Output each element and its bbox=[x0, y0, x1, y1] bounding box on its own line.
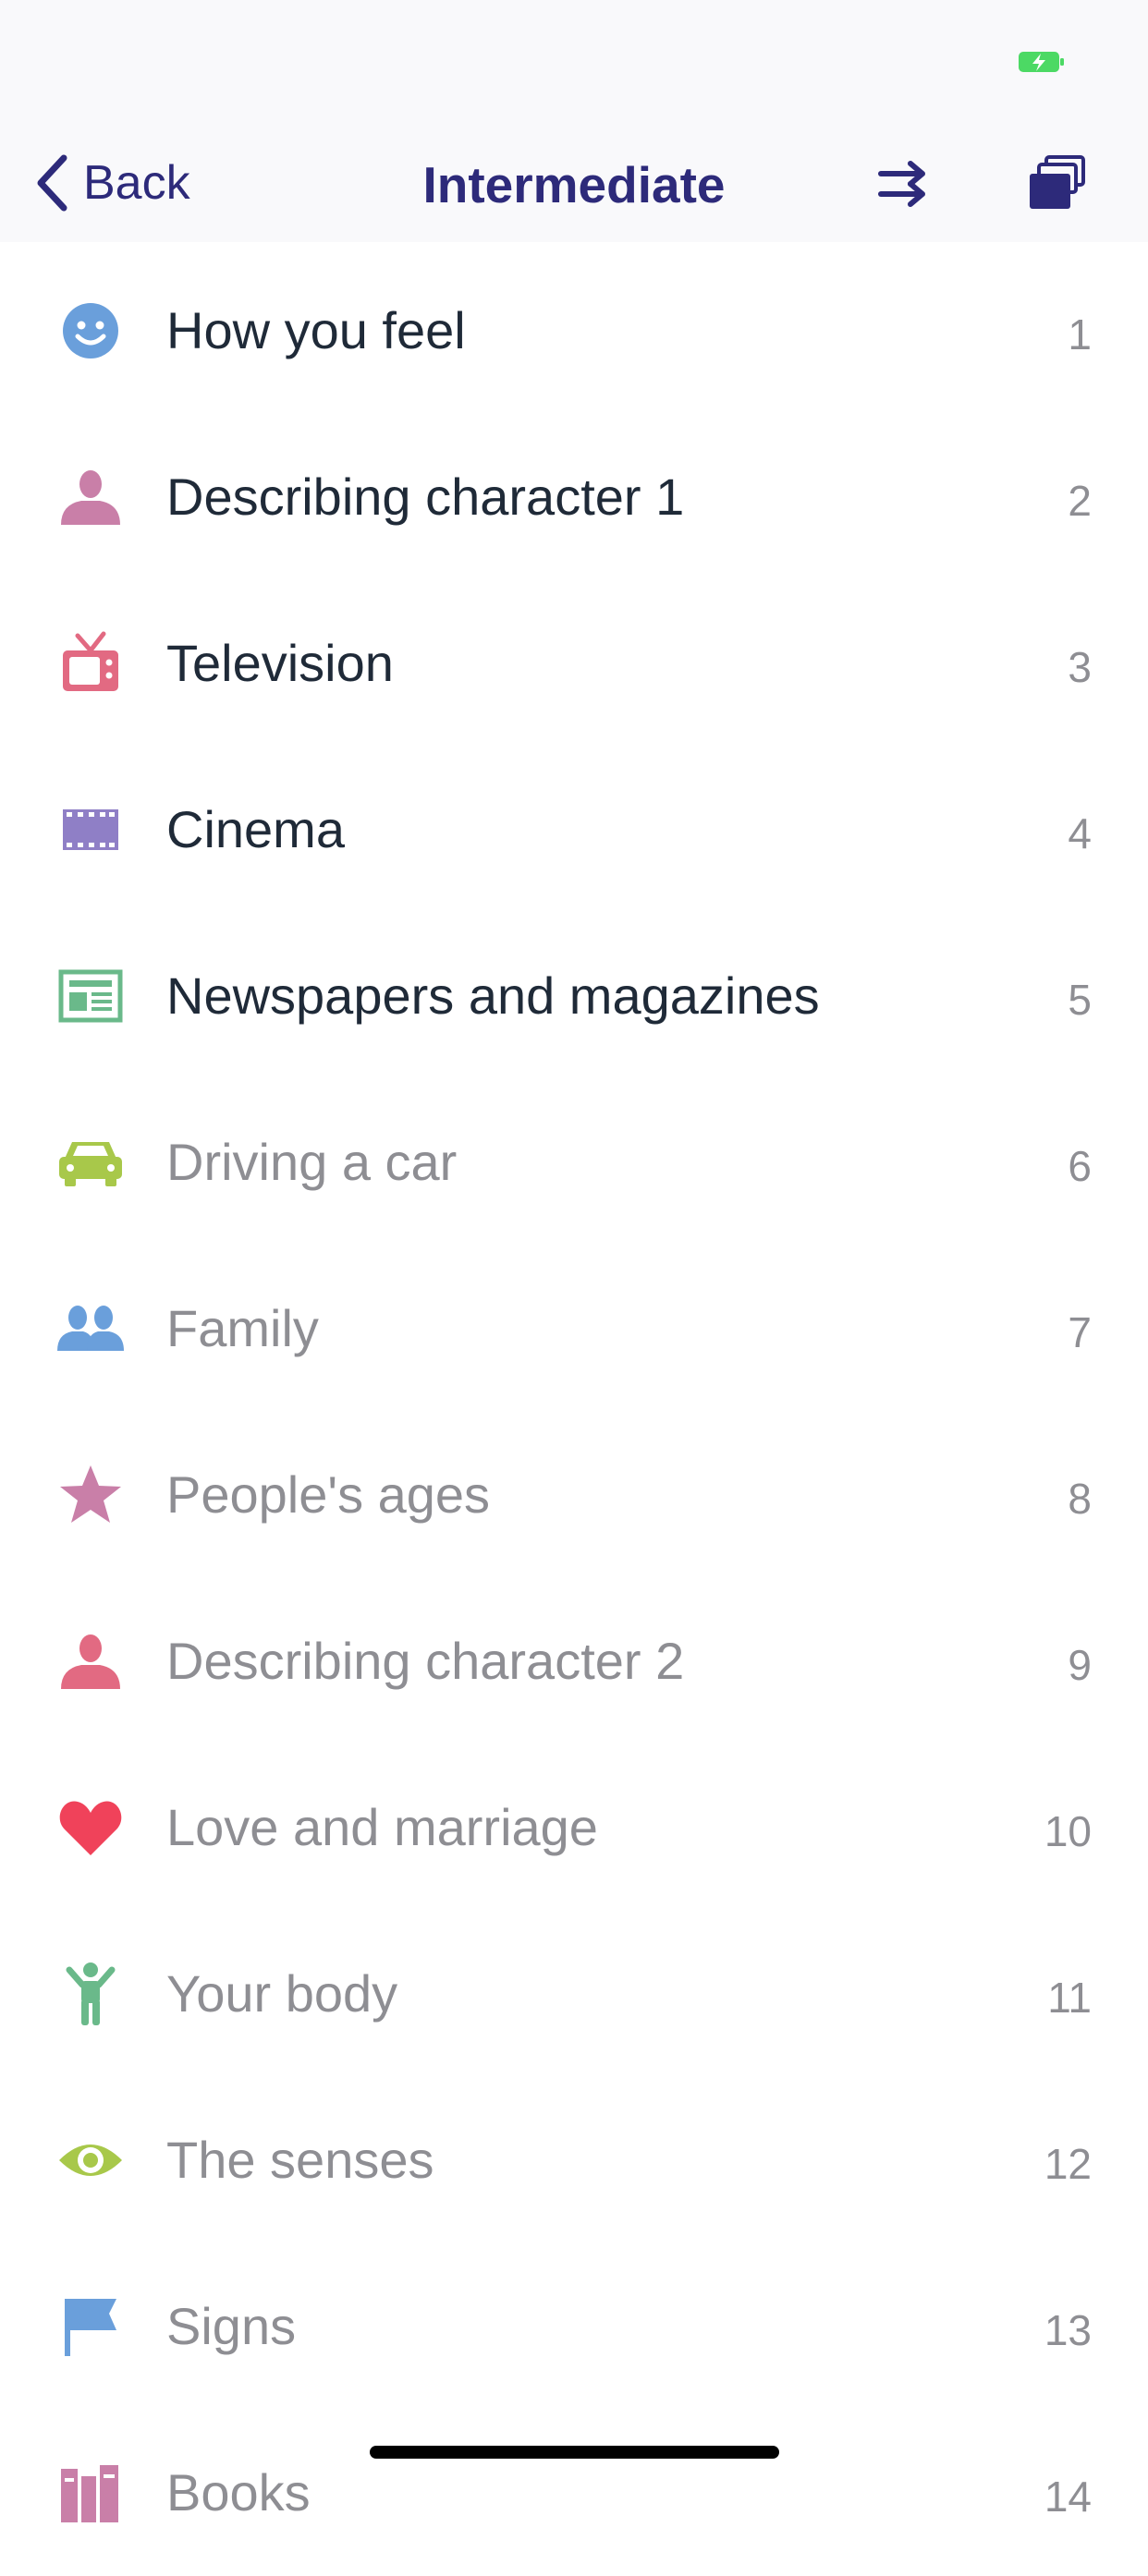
topic-row[interactable]: Driving a car 6 bbox=[0, 1079, 1148, 1245]
topic-row[interactable]: Cinema 4 bbox=[0, 747, 1148, 913]
topic-number: 9 bbox=[1068, 1641, 1092, 1689]
shuffle-button[interactable] bbox=[873, 153, 934, 214]
topic-title: Cinema bbox=[166, 800, 345, 858]
back-label: Back bbox=[83, 156, 190, 210]
topic-title: Love and marriage bbox=[166, 1798, 598, 1856]
topic-title: Books bbox=[166, 2463, 311, 2521]
topic-number: 12 bbox=[1044, 2140, 1092, 2188]
topic-row[interactable]: Love and marriage 10 bbox=[0, 1744, 1148, 1911]
topic-number: 13 bbox=[1044, 2306, 1092, 2354]
page-title: Intermediate bbox=[422, 156, 726, 213]
flashcards-button[interactable] bbox=[1026, 153, 1087, 214]
flag-icon bbox=[57, 2293, 124, 2360]
topic-number: 14 bbox=[1044, 2473, 1092, 2521]
topic-number: 10 bbox=[1044, 1807, 1092, 1855]
topic-row[interactable]: Family 7 bbox=[0, 1245, 1148, 1412]
topic-row[interactable]: Books 14 bbox=[0, 2410, 1148, 2576]
topic-number: 6 bbox=[1068, 1142, 1092, 1190]
status-bar bbox=[0, 0, 1148, 129]
smiley-icon bbox=[57, 298, 124, 364]
topic-row[interactable]: Television 3 bbox=[0, 580, 1148, 747]
stacked-cards-icon bbox=[1030, 155, 1085, 209]
battery-charging-icon bbox=[1019, 52, 1064, 72]
topic-row[interactable]: Newspapers and magazines 5 bbox=[0, 913, 1148, 1079]
topic-number: 1 bbox=[1068, 310, 1092, 358]
topic-row[interactable]: Signs 13 bbox=[0, 2243, 1148, 2410]
topic-title: Driving a car bbox=[166, 1133, 458, 1191]
topic-title: Family bbox=[166, 1299, 319, 1357]
person-icon bbox=[57, 1628, 124, 1695]
topic-title: Signs bbox=[166, 2297, 297, 2355]
topic-title: Newspapers and magazines bbox=[166, 966, 820, 1025]
people-icon bbox=[57, 1295, 124, 1362]
topic-title: People's ages bbox=[166, 1465, 491, 1524]
topic-number: 3 bbox=[1068, 643, 1092, 691]
topic-number: 5 bbox=[1068, 976, 1092, 1024]
topic-number: 11 bbox=[1047, 1974, 1092, 2022]
topic-number: 8 bbox=[1068, 1475, 1092, 1523]
topic-row[interactable]: Describing character 1 2 bbox=[0, 414, 1148, 580]
topic-title: The senses bbox=[166, 2131, 434, 2189]
eye-icon bbox=[57, 2127, 124, 2193]
star-icon bbox=[57, 1462, 124, 1528]
television-icon bbox=[57, 630, 124, 697]
topic-title: Television bbox=[166, 634, 394, 692]
topic-list: How you feel 1 Describing character 1 2 Tele… bbox=[0, 248, 1148, 2576]
topic-title: How you feel bbox=[166, 301, 466, 359]
topic-number: 7 bbox=[1068, 1308, 1092, 1356]
topic-row[interactable]: Your body 11 bbox=[0, 1911, 1148, 2077]
topic-title: Describing character 2 bbox=[166, 1632, 685, 1690]
topic-row[interactable]: People's ages 8 bbox=[0, 1412, 1148, 1578]
topic-title: Describing character 1 bbox=[166, 468, 685, 526]
swap-arrows-icon bbox=[878, 161, 925, 207]
newspaper-icon bbox=[57, 963, 124, 1029]
topic-row[interactable]: Describing character 2 9 bbox=[0, 1578, 1148, 1744]
topic-number: 4 bbox=[1068, 809, 1092, 857]
back-button[interactable]: Back bbox=[33, 150, 190, 216]
film-strip-icon bbox=[57, 796, 124, 863]
person-icon bbox=[57, 464, 124, 530]
heart-icon bbox=[57, 1794, 124, 1861]
home-indicator bbox=[370, 2446, 779, 2459]
topic-row[interactable]: The senses 12 bbox=[0, 2077, 1148, 2243]
chevron-left-icon bbox=[37, 154, 67, 212]
books-icon bbox=[57, 2460, 124, 2526]
car-icon bbox=[57, 1129, 124, 1196]
topic-number: 2 bbox=[1068, 477, 1092, 525]
body-icon bbox=[57, 1961, 124, 2027]
topic-title: Your body bbox=[166, 1964, 398, 2023]
topic-row[interactable]: How you feel 1 bbox=[0, 248, 1148, 414]
